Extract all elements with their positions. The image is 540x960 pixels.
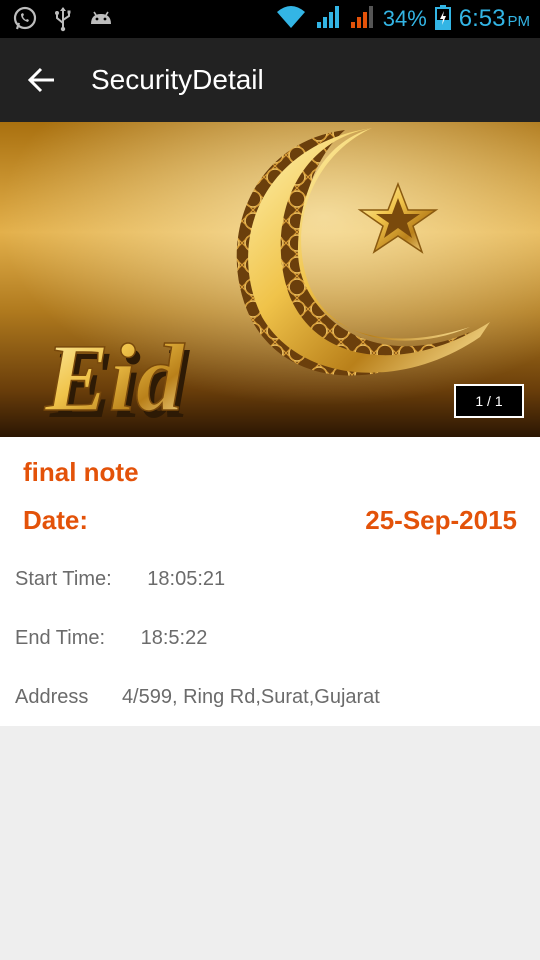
back-button[interactable] xyxy=(26,64,58,96)
date-value: 25-Sep-2015 xyxy=(365,505,517,535)
eid-text: Eid xyxy=(44,324,186,431)
start-time-label: Start Time: xyxy=(15,568,112,590)
app-bar: SecurityDetail xyxy=(0,38,540,122)
status-bar: 34% 6:53 PM xyxy=(0,0,540,38)
arrow-back-icon xyxy=(27,67,54,93)
usb-icon xyxy=(52,6,74,32)
details-card: final note Date: 25-Sep-2015 Start Time:… xyxy=(0,437,540,726)
status-bar-notifications xyxy=(12,6,114,32)
signal-icon xyxy=(315,4,341,34)
address-row: Address 4/599, Ring Rd,Surat,Gujarat xyxy=(15,686,380,709)
wifi-icon xyxy=(275,4,307,34)
address-value: 4/599, Ring Rd,Surat,Gujarat xyxy=(121,686,380,708)
end-time-value: 18:5:22 xyxy=(140,627,208,649)
address-label: Address xyxy=(15,686,89,708)
event-image[interactable]: Eid Eid 1 / 1 xyxy=(0,122,540,437)
clock-ampm: PM xyxy=(507,13,531,30)
start-time-row: Start Time: 18:05:21 xyxy=(15,568,225,591)
end-time-row: End Time: 18:5:22 xyxy=(15,627,207,650)
battery-percentage: 34% xyxy=(382,6,427,31)
status-bar-system: 34% 6:53 PM xyxy=(275,0,530,38)
page-title: SecurityDetail xyxy=(91,64,264,95)
end-time-label: End Time: xyxy=(15,627,106,649)
note-title: final note xyxy=(23,457,139,487)
image-counter: 1 / 1 xyxy=(454,384,524,418)
date-label: Date: xyxy=(23,505,89,535)
clock-time: 6:53 xyxy=(458,5,506,32)
clock: 6:53 PM xyxy=(459,5,530,33)
start-time-value: 18:05:21 xyxy=(147,568,226,590)
android-icon xyxy=(88,6,114,32)
battery-charging-icon xyxy=(434,4,451,34)
signal-icon-2 xyxy=(349,4,375,34)
whatsapp-icon xyxy=(12,6,38,32)
